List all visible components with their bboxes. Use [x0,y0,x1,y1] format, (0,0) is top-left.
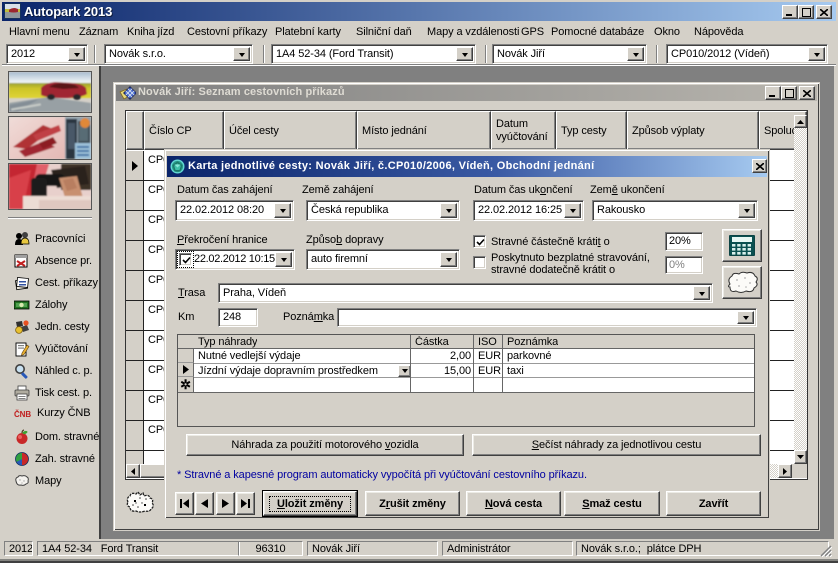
svg-text:ČNB: ČNB [14,410,31,419]
